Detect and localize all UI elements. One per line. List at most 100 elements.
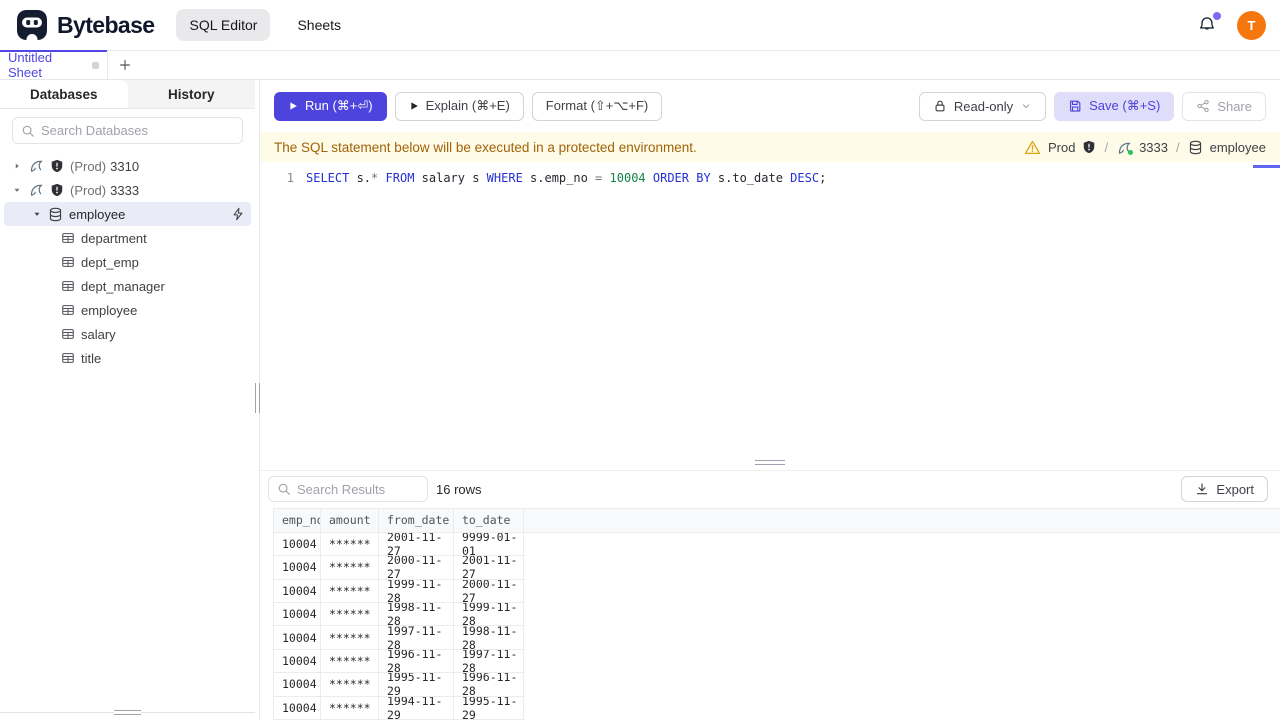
readonly-mode-button[interactable]: Read-only <box>918 91 1047 121</box>
result-cell: 1998-11-28 <box>379 603 454 626</box>
result-cell: 10004 <box>274 696 321 719</box>
result-cell: 1996-11-28 <box>379 649 454 673</box>
table-name: department <box>81 230 147 246</box>
result-row[interactable]: 10004 ****** 2000-11-27 2001-11-27 <box>273 556 525 580</box>
caret-right-icon <box>12 161 22 171</box>
result-row[interactable]: 10004 ****** 1996-11-28 1997-11-28 <box>273 649 525 674</box>
results-search[interactable] <box>268 476 428 503</box>
sheet-tabbar: Untitled Sheet <box>0 50 1280 80</box>
chevron-down-icon <box>1020 100 1032 112</box>
environment-badge: Prod <box>1047 139 1076 155</box>
instance-status-dot <box>1128 150 1134 155</box>
notifications-button[interactable] <box>1197 12 1221 35</box>
column-header-amount[interactable]: amount <box>321 508 379 532</box>
line-number: 1 <box>286 170 294 185</box>
table-icon <box>61 351 75 365</box>
instance-item-3310[interactable]: (Prod) 3310 <box>4 154 251 178</box>
sql-statement: SELECT s.* FROM salary s WHERE s.emp_no … <box>306 170 827 185</box>
result-cell: ****** <box>321 673 379 696</box>
row-count: 16 rows <box>436 481 482 497</box>
explain-button[interactable]: Explain (⌘+E) <box>394 91 524 121</box>
database-item-employee[interactable]: employee <box>4 202 251 226</box>
result-row[interactable]: 10004 ****** 1999-11-28 2000-11-27 <box>273 579 525 604</box>
table-item-dept_manager[interactable]: dept_manager <box>4 274 251 298</box>
table-icon <box>61 279 75 293</box>
header-right: T <box>1197 10 1266 40</box>
database-search[interactable] <box>12 117 243 144</box>
table-item-department[interactable]: department <box>4 226 251 250</box>
tab-databases[interactable]: Databases <box>0 80 128 108</box>
database-search-input[interactable] <box>41 123 234 138</box>
connect-bolt-icon[interactable] <box>231 207 245 221</box>
instance-item-3333[interactable]: (Prod) 3333 <box>4 178 251 202</box>
body: Databases History (Prod)3310(Prod)3333em… <box>0 80 1280 720</box>
sql-editor[interactable]: 1 SELECT s.* FROM salary s WHERE s.emp_no… <box>260 162 1280 455</box>
tab-untitled-sheet[interactable]: Untitled Sheet <box>0 50 108 80</box>
results-search-input[interactable] <box>297 481 419 497</box>
table-item-dept_emp[interactable]: dept_emp <box>4 250 251 274</box>
nav-sheets[interactable]: Sheets <box>284 9 354 41</box>
new-sheet-button[interactable] <box>108 51 142 79</box>
breadcrumb-separator: / <box>1176 139 1180 155</box>
notice-message: The SQL statement below will be executed… <box>274 139 697 155</box>
environment-shield-icon <box>1082 140 1096 154</box>
column-header-to_date[interactable]: to_date <box>454 508 524 532</box>
result-cell: 10004 <box>274 556 321 579</box>
save-button[interactable]: Save (⌘+S) <box>1054 91 1175 121</box>
result-cell: 1998-11-28 <box>454 626 524 649</box>
table-item-salary[interactable]: salary <box>4 322 251 346</box>
result-cell: 2001-11-27 <box>454 556 524 579</box>
result-row[interactable]: 10004 ****** 1995-11-29 1996-11-28 <box>273 673 525 697</box>
bytebase-logo-icon <box>17 10 47 40</box>
table-item-title[interactable]: title <box>4 346 251 370</box>
result-cell: ****** <box>321 532 379 556</box>
sidebar-bottom-splitter[interactable] <box>0 710 255 715</box>
result-row[interactable]: 10004 ****** 1994-11-29 1995-11-29 <box>273 696 525 720</box>
result-row[interactable]: 10004 ****** 2001-11-27 9999-01-01 <box>273 532 525 557</box>
result-cell: ****** <box>321 626 379 649</box>
format-button[interactable]: Format (⇧+⌥+F) <box>531 91 663 121</box>
editor-toolbar: Run (⌘+⏎) Explain (⌘+E) Format (⇧+⌥+F) R… <box>260 80 1280 132</box>
result-cell: 10004 <box>274 649 321 673</box>
header-filler <box>524 509 1280 532</box>
export-button[interactable]: Export <box>1181 476 1268 503</box>
nav-sql-editor[interactable]: SQL Editor <box>176 9 271 41</box>
run-button[interactable]: Run (⌘+⏎) <box>274 91 387 121</box>
code-line: 1 SELECT s.* FROM salary s WHERE s.emp_no… <box>260 168 1280 187</box>
table-item-employee[interactable]: employee <box>4 298 251 322</box>
result-cell: 1999-11-28 <box>454 603 524 626</box>
result-row[interactable]: 10004 ****** 1998-11-28 1999-11-28 <box>273 603 525 627</box>
database-crumb[interactable]: employee <box>1210 140 1266 155</box>
result-row[interactable]: 10004 ****** 1997-11-28 1998-11-28 <box>273 626 525 650</box>
unsaved-indicator <box>92 61 99 69</box>
table-name: title <box>81 350 102 366</box>
splitter-grip <box>755 460 785 465</box>
breadcrumb-separator: / <box>1104 139 1109 155</box>
save-icon <box>1068 99 1082 113</box>
tab-history[interactable]: History <box>128 80 256 108</box>
result-cell: 2000-11-27 <box>454 579 524 603</box>
results-table-body: 10004 ****** 2001-11-27 9999-01-01 10004 ****… <box>273 532 1280 720</box>
results-resize-splitter[interactable] <box>260 455 1280 470</box>
environment-shield-icon <box>50 183 64 197</box>
results-table-header: emp_no amount from_date to_date <box>273 507 1280 533</box>
table-name: salary <box>81 326 116 342</box>
result-cell: 10004 <box>274 626 321 649</box>
notification-dot <box>1213 12 1221 20</box>
bytebase-logo[interactable]: Bytebase <box>16 9 155 41</box>
lock-icon <box>933 99 947 113</box>
result-cell: 1997-11-28 <box>454 649 524 673</box>
column-header-emp_no[interactable]: emp_no <box>274 508 321 532</box>
search-icon <box>21 124 35 138</box>
instance-crumb[interactable]: 3333 <box>1139 140 1168 155</box>
mysql-instance-icon <box>1116 139 1134 155</box>
share-button[interactable]: Share <box>1182 91 1266 121</box>
result-cell: 1997-11-28 <box>379 626 454 649</box>
logo-text: Bytebase <box>57 11 155 38</box>
column-header-from_date[interactable]: from_date <box>379 508 454 532</box>
avatar[interactable]: T <box>1237 10 1266 40</box>
table-icon <box>61 255 75 269</box>
table-icon <box>61 327 75 341</box>
instance-name: 3333 <box>110 182 140 198</box>
play-icon <box>288 101 298 111</box>
